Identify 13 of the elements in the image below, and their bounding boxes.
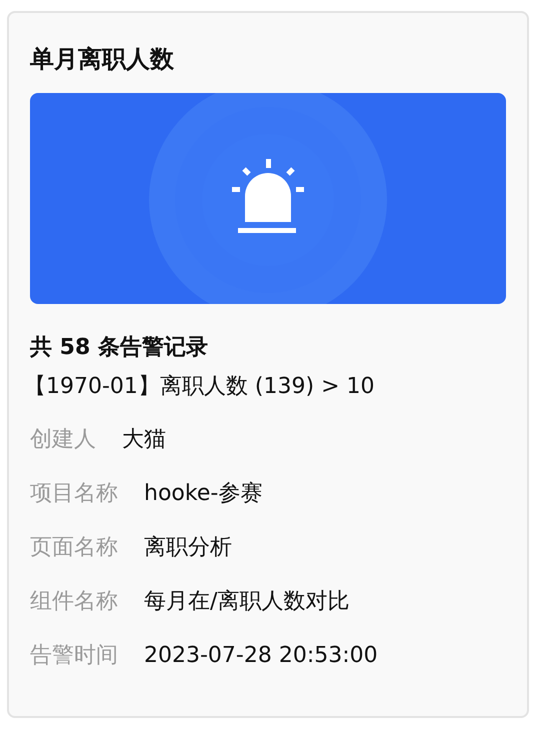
field-value: 每月在/离职人数对比: [144, 588, 350, 616]
alert-count: 共 58 条告警记录: [30, 334, 209, 362]
field-label: 项目名称: [30, 480, 118, 508]
card-title: 单月离职人数: [30, 44, 175, 75]
field-value: 2023-07-28 20:53:00: [144, 642, 378, 670]
alert-rule: 【1970-01】离职人数 (139) > 10: [24, 373, 376, 401]
field-value: 离职分析: [144, 534, 232, 562]
field-label: 页面名称: [30, 534, 118, 562]
field-value: hooke-参赛: [144, 480, 262, 508]
field-label: 创建人: [30, 426, 96, 454]
field-label: 组件名称: [30, 588, 118, 616]
field-value: 大猫: [122, 426, 166, 454]
field-label: 告警时间: [30, 642, 118, 670]
